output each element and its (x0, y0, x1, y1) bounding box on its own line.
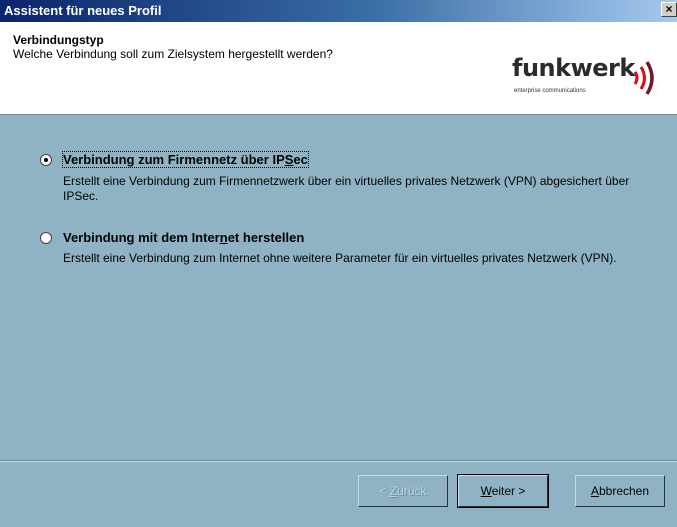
radio-ipsec[interactable] (40, 154, 52, 166)
radio-internet[interactable] (40, 232, 52, 244)
footer-separator (0, 460, 677, 462)
logo-waves-icon (633, 61, 654, 95)
window-title: Assistent für neues Profil (4, 3, 162, 18)
wizard-header: Verbindungstyp Welche Verbindung soll zu… (0, 22, 677, 115)
cancel-button[interactable]: Abbrechen (575, 475, 665, 507)
funkwerk-logo: funkwerk enterprise communications (510, 52, 660, 100)
logo-tagline: enterprise communications (514, 88, 586, 94)
logo-wordmark: funkwerk (512, 54, 635, 82)
page-title: Verbindungstyp (13, 33, 104, 47)
option-internet-description: Erstellt eine Verbindung zum Internet oh… (63, 251, 617, 265)
close-icon: × (665, 2, 673, 16)
title-bar[interactable]: Assistent für neues Profil × (0, 0, 677, 22)
next-button[interactable]: Weiter > (457, 474, 549, 508)
option-internet-label[interactable]: Verbindung mit dem Internet herstellen (63, 230, 304, 245)
option-ipsec-description: Erstellt eine Verbindung zum Firmennetzw… (63, 174, 630, 203)
option-ipsec-label[interactable]: Verbindung zum Firmennetz über IPSec (62, 151, 309, 168)
wizard-window: Assistent für neues Profil × Verbindungs… (0, 0, 677, 527)
page-subtitle: Welche Verbindung soll zum Zielsystem he… (13, 47, 333, 61)
close-button[interactable]: × (661, 2, 677, 17)
radio-dot (44, 158, 48, 162)
back-button[interactable]: < Zurück (358, 475, 448, 507)
